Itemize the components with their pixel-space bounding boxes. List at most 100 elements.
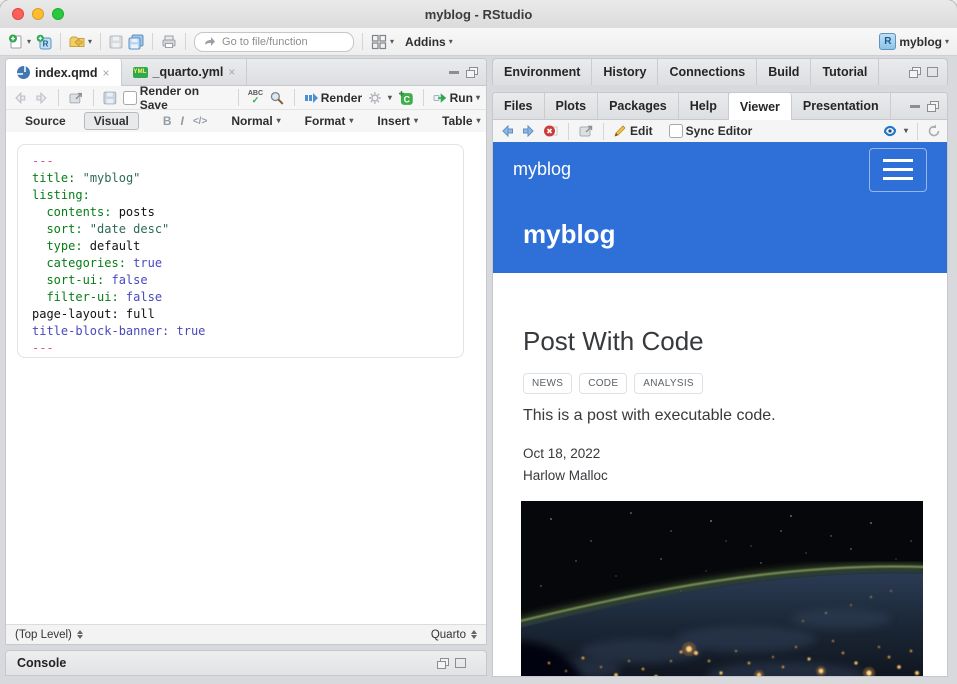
maximize-pane-icon[interactable] (927, 101, 938, 111)
spellcheck-button[interactable]: ABC ✓ (248, 90, 263, 105)
viewer-content: myblog myblog Post With Code NEWSCODEANA… (493, 142, 947, 676)
save-button[interactable] (109, 35, 123, 49)
restore-pane-icon[interactable] (909, 67, 920, 77)
viewer-back-icon[interactable] (499, 123, 515, 139)
render-on-save-checkbox[interactable]: Render on Save (123, 84, 229, 112)
goto-file-field[interactable] (194, 32, 354, 52)
save-source-icon[interactable] (103, 91, 117, 105)
sync-editor-checkbox[interactable]: Sync Editor (669, 124, 753, 138)
maximize-pane-icon[interactable] (927, 67, 938, 77)
checkbox-icon (123, 91, 137, 105)
tab-connections[interactable]: Connections (658, 59, 757, 85)
tab-environment[interactable]: Environment (493, 59, 592, 85)
blog-brand[interactable]: myblog (513, 159, 571, 180)
forward-icon[interactable] (34, 90, 50, 106)
tab-tutorial[interactable]: Tutorial (811, 59, 879, 85)
project-menu-button[interactable]: R myblog ▾ (879, 33, 949, 50)
tab-quarto-yml[interactable]: YML _quarto.yml × (122, 59, 248, 85)
publish-icon[interactable] (882, 123, 898, 139)
back-icon[interactable] (12, 90, 28, 106)
code-token: "date desc" (83, 222, 170, 236)
tab-index-qmd[interactable]: index.qmd × (6, 59, 122, 86)
save-icon (109, 35, 123, 49)
category-badge-news[interactable]: NEWS (523, 373, 572, 394)
tab-plots[interactable]: Plots (545, 93, 599, 119)
maximize-pane-icon[interactable] (455, 658, 466, 668)
environment-pane: EnvironmentHistoryConnectionsBuildTutori… (492, 58, 948, 85)
addins-caret-icon: ▾ (449, 38, 453, 46)
visual-mode-button[interactable]: Visual (84, 112, 139, 130)
inline-code-button[interactable]: </> (193, 116, 207, 127)
files-pane-buttons (910, 93, 947, 119)
close-tab-icon[interactable]: × (103, 66, 110, 80)
tab-help[interactable]: Help (679, 93, 729, 119)
source-mode-button[interactable]: Source (16, 113, 75, 129)
viewer-open-in-new-window-icon[interactable] (578, 123, 594, 139)
run-button[interactable]: Run ▾ (433, 91, 480, 105)
addins-button[interactable]: Addins ▾ (405, 35, 453, 49)
scope-selector[interactable]: (Top Level) (15, 629, 83, 641)
format-dropdown[interactable]: Format ▾ (305, 114, 354, 128)
open-in-new-window-icon[interactable] (68, 90, 84, 106)
search-icon[interactable] (269, 90, 285, 106)
restore-pane-icon[interactable] (437, 658, 448, 668)
goto-file-input[interactable] (220, 35, 345, 49)
run-icon (433, 91, 447, 105)
table-dropdown[interactable]: Table ▾ (442, 114, 480, 128)
insert-chunk-icon[interactable]: C (398, 90, 414, 106)
close-tab-icon[interactable]: × (228, 65, 235, 79)
tab-presentation[interactable]: Presentation (792, 93, 891, 119)
edit-button[interactable]: Edit (613, 124, 653, 138)
print-button[interactable] (161, 34, 177, 50)
new-project-icon: R (36, 34, 52, 50)
insert-dropdown[interactable]: Insert ▾ (377, 114, 418, 128)
open-file-caret-icon: ▾ (88, 38, 92, 46)
toolbar-separator (917, 123, 918, 140)
addins-label: Addins (405, 35, 446, 49)
render-settings-caret-icon[interactable]: ▾ (388, 94, 392, 102)
tab-viewer[interactable]: Viewer (729, 93, 792, 120)
tab-build[interactable]: Build (757, 59, 811, 85)
refresh-icon[interactable] (927, 124, 941, 138)
paragraph-style-dropdown[interactable]: Normal ▾ (231, 114, 280, 128)
tab-files[interactable]: Files (493, 93, 545, 119)
open-file-button[interactable]: ▾ (69, 34, 92, 50)
editor-pane-buttons (449, 59, 486, 85)
post-title-link[interactable]: Post With Code (523, 326, 917, 357)
minimize-pane-icon[interactable] (449, 71, 459, 74)
scope-label: (Top Level) (15, 629, 72, 641)
save-all-button[interactable] (128, 34, 144, 50)
toolbar-separator (568, 123, 569, 140)
project-icon: R (879, 33, 896, 50)
filetype-selector[interactable]: Quarto (431, 629, 477, 641)
pencil-icon (613, 124, 627, 138)
minimize-pane-icon[interactable] (910, 105, 920, 108)
post-image-earth-night[interactable] (521, 501, 923, 676)
code-line: filter-ui: false (32, 289, 449, 306)
code-block[interactable]: ---title: "myblog"listing: contents: pos… (17, 144, 464, 358)
hamburger-menu-button[interactable] (869, 148, 927, 192)
tab-history[interactable]: History (592, 59, 658, 85)
category-badge-code[interactable]: CODE (579, 373, 627, 394)
new-file-button[interactable]: ▾ (8, 34, 31, 50)
visual-editor-canvas[interactable]: ---title: "myblog"listing: contents: pos… (6, 132, 486, 624)
render-button[interactable]: Render (304, 91, 362, 105)
code-token: --- (32, 341, 54, 355)
environment-tabs: EnvironmentHistoryConnectionsBuildTutori… (493, 59, 947, 85)
svg-text:R: R (43, 39, 49, 48)
bold-button[interactable]: B (163, 114, 172, 128)
tab-packages[interactable]: Packages (598, 93, 679, 119)
edit-label: Edit (630, 124, 653, 138)
italic-button[interactable]: I (181, 114, 184, 128)
maximize-pane-icon[interactable] (466, 67, 477, 77)
format-caret-icon: ▾ (349, 117, 353, 125)
stop-icon[interactable] (543, 123, 559, 139)
viewer-forward-icon[interactable] (521, 123, 537, 139)
publish-caret-icon[interactable]: ▾ (904, 127, 908, 135)
pane-layout-button[interactable]: ▾ (371, 34, 394, 50)
code-line: title-block-banner: true (32, 323, 449, 340)
category-badge-analysis[interactable]: ANALYSIS (634, 373, 703, 394)
toolbar-separator (603, 123, 604, 140)
new-project-button[interactable]: R (36, 34, 52, 50)
render-settings-gear-icon[interactable] (368, 91, 382, 105)
